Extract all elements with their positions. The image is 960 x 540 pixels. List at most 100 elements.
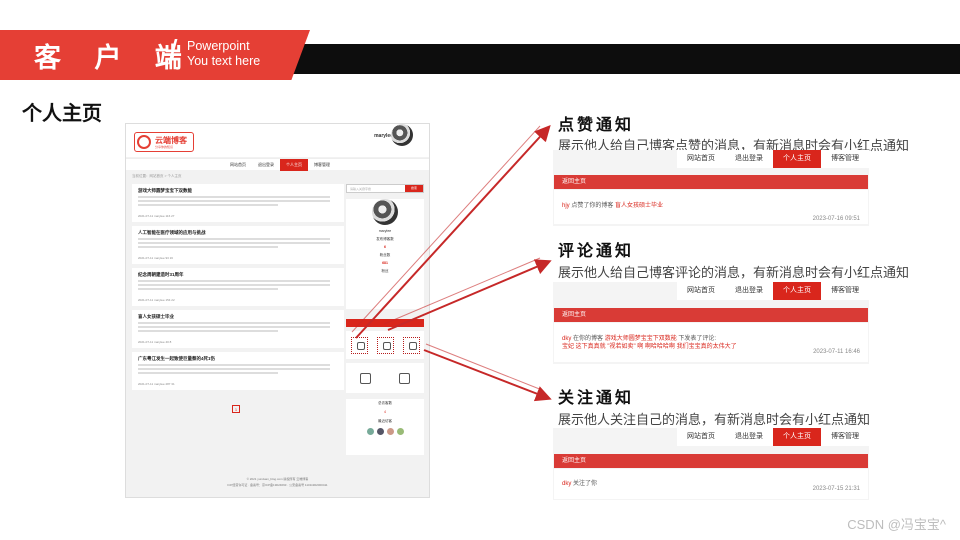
list-item[interactable]: 盲人女孩硕士毕业 2021-07-11 marylee 40 8 — [132, 310, 344, 348]
avatar[interactable] — [396, 428, 404, 435]
nav-blog-admin[interactable]: 博客管理 — [821, 150, 869, 168]
notification-user[interactable]: hjy — [562, 203, 570, 209]
profile-stat-value: 681 — [382, 261, 388, 265]
site-navbar: 网站首页 退出登录 个人主页 博客管理 — [126, 158, 429, 171]
site-nav: 网站首页 退出登录 个人主页 博客管理 — [224, 159, 336, 171]
follow-notification-icon[interactable] — [402, 336, 420, 354]
nav-logout[interactable]: 退出登录 — [725, 150, 773, 168]
follow-section-desc: 展示他人关注自己的消息，有新消息时会有小红点通知 — [558, 412, 871, 427]
breadcrumb: 当前位置：网站首页 > 个人主页 — [132, 174, 182, 178]
banner-subtitle-line1: Powerpoint — [187, 39, 250, 53]
comment-section-title: 评论通知 — [558, 241, 635, 260]
watermark: CSDN @冯宝宝^ — [847, 517, 946, 532]
nav-profile[interactable]: 个人主页 — [280, 159, 308, 171]
recent-visitors-label: 最近访客 — [378, 419, 392, 423]
notification-date: 2023-07-11 16:46 — [813, 349, 860, 355]
visitor-label: 总访客数 — [378, 401, 392, 405]
notification-post-link[interactable]: 盲人女孩硕士毕业 — [615, 203, 663, 209]
sidebar: 请输入关键字搜 搜索 marylee 发布博客数 6 粉丝数 681 粉丝 总访… — [346, 184, 424, 455]
post-title[interactable]: 盲人女孩硕士毕业 — [138, 314, 338, 320]
notification-text: hjy 点赞了你的博客 盲人女孩硕士毕业 — [562, 203, 664, 209]
profile-stat-label: 发布博客数 — [376, 237, 394, 241]
nav-home[interactable]: 网站首页 — [677, 150, 725, 168]
notification-date: 2023-07-16 09:51 — [812, 216, 860, 222]
notification-icons — [346, 331, 424, 359]
nav-home[interactable]: 网站首页 — [677, 428, 725, 446]
nav-logout[interactable]: 退出登录 — [252, 159, 280, 171]
post-title[interactable]: 游戏大师圆梦宝宝下双数能 — [138, 188, 338, 194]
panel-nav: 网站首页 退出登录 个人主页 博客管理 — [677, 282, 869, 300]
post-title[interactable]: 广东粤江发生一起致使巨量蔡的4死1伤 — [138, 356, 338, 362]
visitor-count: 4 — [384, 410, 386, 414]
nav-logout[interactable]: 退出登录 — [725, 428, 773, 446]
profile-stat-label: 粉丝 — [381, 269, 389, 273]
banner-subtitle: Powerpoint You text here — [187, 39, 260, 69]
page-number[interactable]: 1 — [232, 405, 240, 413]
sidebar-red-strip — [346, 319, 424, 327]
nav-logout[interactable]: 退出登录 — [725, 282, 773, 300]
profile-name: marylee — [378, 229, 392, 233]
arrow-follow-outline — [425, 343, 543, 391]
avatar[interactable] — [391, 124, 413, 146]
like-section-title: 点赞通知 — [558, 115, 635, 134]
avatar[interactable] — [386, 428, 394, 435]
notification-date: 2023-07-15 21:31 — [812, 486, 860, 492]
nav-blog-admin[interactable]: 博客管理 — [821, 428, 869, 446]
nav-profile[interactable]: 个人主页 — [773, 150, 821, 168]
page-heading: 个人主页 — [22, 101, 102, 125]
profile-avatar — [372, 199, 398, 225]
visitor-card: 总访客数 4 最近访客 — [346, 399, 424, 455]
back-home-link[interactable]: 返回主页 — [554, 308, 868, 322]
avatar[interactable] — [376, 428, 384, 435]
panel-nav: 网站首页 退出登录 个人主页 博客管理 — [677, 428, 869, 446]
profile-stat-value: 6 — [384, 245, 386, 249]
edit-icon[interactable] — [399, 372, 410, 384]
nav-profile[interactable]: 个人主页 — [773, 428, 821, 446]
avatar[interactable] — [366, 428, 374, 435]
banner-subtitle-line2: You text here — [187, 54, 261, 68]
panel-nav: 网站首页 退出登录 个人主页 博客管理 — [677, 150, 869, 168]
back-home-link[interactable]: 返回主页 — [554, 175, 868, 189]
post-list: 游戏大师圆梦宝宝下双数能 2021-07-11 marylee 116 27 人… — [132, 184, 344, 394]
nav-home[interactable]: 网站首页 — [224, 159, 252, 171]
site-footer: © 2021 yunduan_blog.com 版权所有 云端博客 ICP经营许… — [126, 476, 429, 488]
logo-cloud-icon — [137, 135, 151, 149]
footer-line: ICP经营许可证 · 备案号：京ICP备19024693 · 公安备案号 110… — [227, 483, 328, 487]
nav-profile[interactable]: 个人主页 — [773, 282, 821, 300]
search-button[interactable]: 搜索 — [405, 185, 423, 192]
notification-item: dky 在你的博客 游戏大师圆梦宝宝下双数能 下发表了评论: 宝妃 这下真真就 … — [554, 323, 868, 362]
post-title[interactable]: 人工智能在医疗领域的应用与挑战 — [138, 230, 338, 236]
comment-notification-panel: 网站首页 退出登录 个人主页 博客管理 返回主页 dky 在你的博客 游戏大师圆… — [553, 282, 869, 364]
back-home-link[interactable]: 返回主页 — [554, 454, 868, 468]
profile-stat-label: 粉丝数 — [379, 253, 391, 257]
homepage-screenshot: 云端博客 分享你的知识 marylee 网站首页 退出登录 个人主页 博客管理 … — [125, 123, 430, 498]
follow-section-title: 关注通知 — [558, 388, 635, 407]
list-item[interactable]: 纪念周朝建造时31周年 2021-07-11 marylee 154 22 — [132, 268, 344, 306]
image-icon[interactable] — [360, 372, 371, 384]
banner-divider: / — [168, 34, 178, 72]
post-title[interactable]: 纪念周朝建造时31周年 — [138, 272, 338, 278]
site-logo[interactable]: 云端博客 分享你的知识 — [134, 132, 194, 152]
notification-item: hjy 点赞了你的博客 盲人女孩硕士毕业 2023-07-16 09:51 — [554, 190, 868, 224]
nav-blog-admin[interactable]: 博客管理 — [821, 282, 869, 300]
follow-notification-panel: 网站首页 退出登录 个人主页 博客管理 返回主页 dky 关注了你 2023-0… — [553, 428, 869, 500]
notification-user[interactable]: dky — [562, 481, 571, 487]
site-topbar: 云端博客 分享你的知识 marylee — [126, 124, 429, 157]
post-meta: 2021-07-11 marylee 40 8 — [138, 340, 172, 344]
list-item[interactable]: 游戏大师圆梦宝宝下双数能 2021-07-11 marylee 116 27 — [132, 184, 344, 222]
notification-item: dky 关注了你 2023-07-15 21:31 — [554, 469, 868, 499]
post-meta: 2021-07-11 marylee 93 16 — [138, 256, 173, 260]
comment-notification-icon[interactable] — [376, 336, 394, 354]
post-meta: 2021-07-11 marylee 287 31 — [138, 382, 175, 386]
post-meta: 2021-07-11 marylee 154 22 — [138, 298, 175, 302]
nav-blog-admin[interactable]: 博客管理 — [308, 159, 336, 171]
logo-subtext: 分享你的知识 — [155, 145, 174, 149]
comment-content: 宝妃 这下真真就 "视若如卖" 啊 啊哈哈哈啊 我们宝宝真的太伟大了 — [562, 344, 737, 350]
nav-home[interactable]: 网站首页 — [677, 282, 725, 300]
list-item[interactable]: 人工智能在医疗领域的应用与挑战 2021-07-11 marylee 93 16 — [132, 226, 344, 264]
like-notification-icon[interactable] — [350, 336, 368, 354]
profile-card: marylee 发布博客数 6 粉丝数 681 粉丝 — [346, 199, 424, 309]
list-item[interactable]: 广东粤江发生一起致使巨量蔡的4死1伤 2021-07-11 marylee 28… — [132, 352, 344, 390]
comment-section-desc: 展示他人给自己博客评论的消息，有新消息时会有小红点通知 — [558, 265, 910, 280]
search-input[interactable]: 请输入关键字搜 搜索 — [346, 184, 424, 193]
